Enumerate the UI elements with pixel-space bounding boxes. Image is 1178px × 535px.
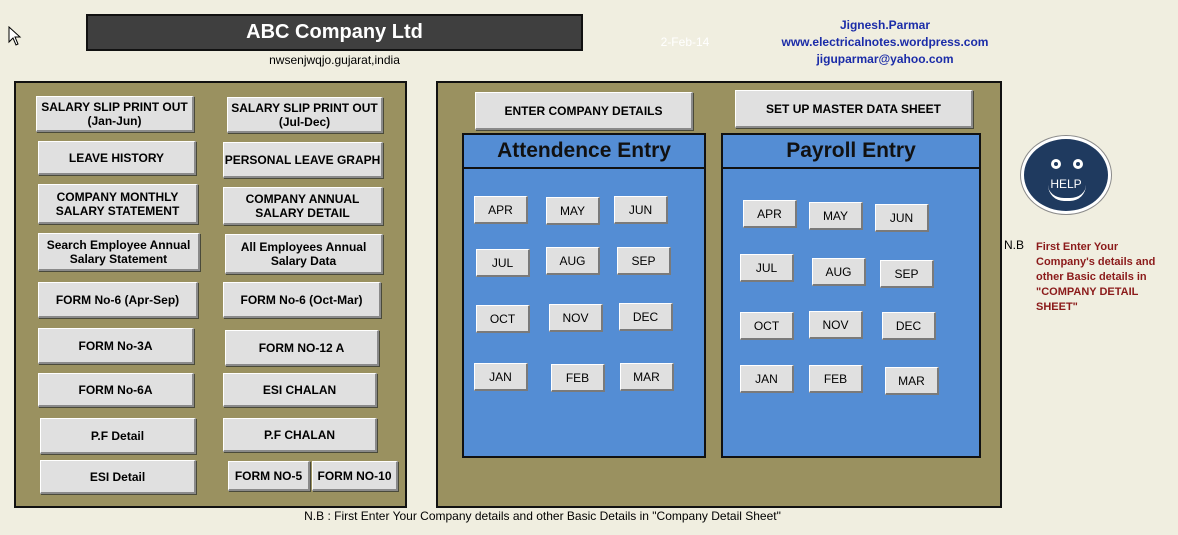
form-10-button[interactable]: FORM NO-10 [312,461,398,491]
form-6a-button[interactable]: FORM No-6A [38,373,194,407]
attendance-month-nov[interactable]: NOV [549,304,603,332]
company-address: nwsenjwqjo.gujarat,india [269,53,400,67]
attendance-month-jun[interactable]: JUN [614,196,668,224]
note-text: First Enter Your Company's details and o… [1036,241,1156,313]
search-employee-annual-salary-button[interactable]: Search Employee Annual Salary Statement [38,233,200,271]
company-title-bar: ABC Company Ltd [86,14,583,51]
help-smiley-right-eye-icon [1073,159,1083,169]
attendance-month-may[interactable]: MAY [546,197,600,225]
payroll-month-jun[interactable]: JUN [875,204,929,232]
entry-panel: ENTER COMPANY DETAILS SET UP MASTER DATA… [436,81,1002,508]
company-annual-salary-detail-button[interactable]: COMPANY ANNUAL SALARY DETAIL [223,187,383,225]
salary-slip-jan-jun-button[interactable]: SALARY SLIP PRINT OUT (Jan-Jun) [36,96,194,132]
attendance-entry-title: Attendence Entry [464,135,704,169]
payroll-entry-box: Payroll Entry APR MAY JUN JUL AUG SEP OC… [721,133,981,458]
payroll-month-dec[interactable]: DEC [882,312,936,340]
esi-chalan-button[interactable]: ESI CHALAN [223,373,377,407]
payroll-month-jan[interactable]: JAN [740,365,794,393]
attendance-month-apr[interactable]: APR [474,196,528,224]
help-button[interactable]: HELP [1021,136,1111,214]
mouse-cursor-icon [8,26,22,46]
note-label: N.B [1004,238,1025,252]
attendance-month-jul[interactable]: JUL [476,249,530,277]
pf-detail-button[interactable]: P.F Detail [40,418,196,454]
payroll-month-nov[interactable]: NOV [809,311,863,339]
attendance-month-jan[interactable]: JAN [474,363,528,391]
help-smiley-left-eye-icon [1051,159,1061,169]
company-name: ABC Company Ltd [246,21,423,43]
payroll-month-feb[interactable]: FEB [809,365,863,393]
attendance-month-feb[interactable]: FEB [551,364,605,392]
payroll-entry-title: Payroll Entry [723,135,979,169]
company-monthly-salary-statement-button[interactable]: COMPANY MONTHLY SALARY STATEMENT [38,184,198,224]
form-6-apr-sep-button[interactable]: FORM No-6 (Apr-Sep) [38,282,198,318]
footer-note: N.B : First Enter Your Company details a… [304,509,781,523]
form-3a-button[interactable]: FORM No-3A [38,328,194,364]
attendance-month-sep[interactable]: SEP [617,247,671,275]
personal-leave-graph-button[interactable]: PERSONAL LEAVE GRAPH [223,142,383,178]
reports-panel: SALARY SLIP PRINT OUT (Jan-Jun) SALARY S… [14,81,407,508]
author-email-link[interactable]: jiguparmar@yahoo.com [780,52,990,66]
form-5-button[interactable]: FORM NO-5 [228,461,310,491]
salary-slip-jul-dec-button[interactable]: SALARY SLIP PRINT OUT (Jul-Dec) [227,97,383,133]
payroll-month-sep[interactable]: SEP [880,260,934,288]
form-6-oct-mar-button[interactable]: FORM No-6 (Oct-Mar) [223,282,381,318]
payroll-month-jul[interactable]: JUL [740,254,794,282]
attendance-month-dec[interactable]: DEC [619,303,673,331]
help-smiley-mouth-icon [1048,185,1086,201]
leave-history-button[interactable]: LEAVE HISTORY [38,141,196,175]
attendance-month-aug[interactable]: AUG [546,247,600,275]
author-name: Jignesh.Parmar [839,18,931,32]
payroll-month-oct[interactable]: OCT [740,312,794,340]
form-12a-button[interactable]: FORM NO-12 A [225,330,379,366]
current-date: 2-Feb-14 [660,35,710,49]
pf-chalan-button[interactable]: P.F CHALAN [223,418,377,452]
author-website-link[interactable]: www.electricalnotes.wordpress.com [780,35,990,49]
attendance-entry-box: Attendence Entry APR MAY JUN JUL AUG SEP… [462,133,706,458]
payroll-month-apr[interactable]: APR [743,200,797,228]
setup-master-data-sheet-button[interactable]: SET UP MASTER DATA SHEET [735,90,973,128]
attendance-month-oct[interactable]: OCT [476,305,530,333]
esi-detail-button[interactable]: ESI Detail [40,460,196,494]
all-employees-annual-salary-button[interactable]: All Employees Annual Salary Data [225,234,383,274]
attendance-month-mar[interactable]: MAR [620,363,674,391]
payroll-month-aug[interactable]: AUG [812,258,866,286]
enter-company-details-button[interactable]: ENTER COMPANY DETAILS [475,92,693,130]
payroll-month-may[interactable]: MAY [809,202,863,230]
payroll-month-mar[interactable]: MAR [885,367,939,395]
